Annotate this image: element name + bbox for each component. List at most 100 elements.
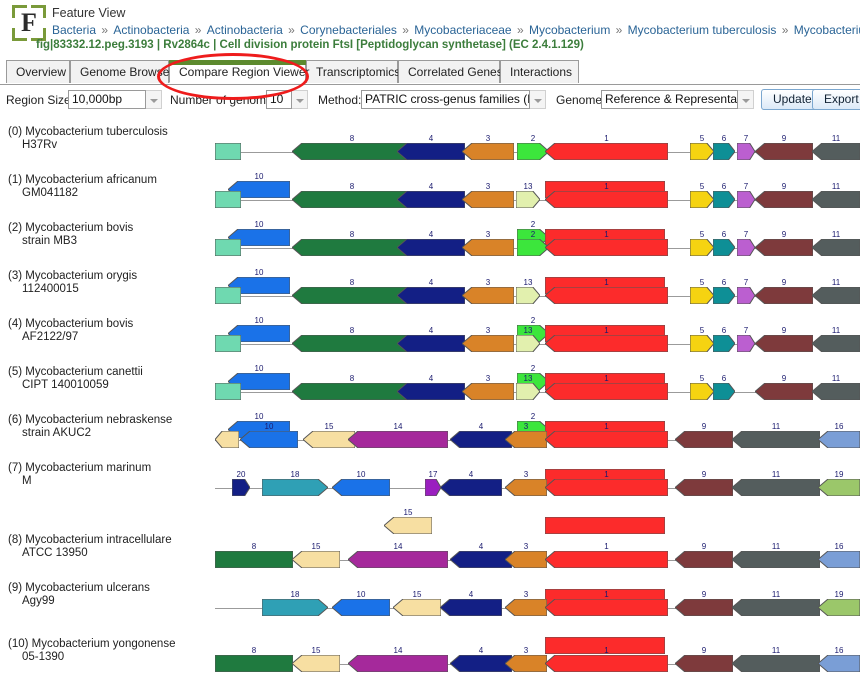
gene-arrow-pgfam-7[interactable] — [737, 239, 755, 256]
genome-label-9[interactable]: (9) Mycobacterium ulcerans Agy99 — [8, 582, 198, 608]
gene-arrow-pgfam-11[interactable] — [732, 479, 820, 496]
gene-arrow-pgfam-none[interactable] — [215, 383, 241, 400]
genome-label-7[interactable]: (7) Mycobacterium marinum M — [8, 462, 198, 488]
gene-arrow-pgfam-6[interactable] — [713, 335, 735, 352]
gene-arrow-pgfam-1[interactable] — [545, 655, 668, 672]
gene-arrow-pgfam-6[interactable] — [713, 191, 735, 208]
gene-arrow-pgfam-6[interactable] — [713, 383, 735, 400]
gene-arrow-pgfam-11[interactable] — [732, 599, 820, 616]
gene-arrow-pgfam-none[interactable] — [215, 287, 241, 304]
gene-arrow-pgfam-1[interactable] — [545, 599, 668, 616]
gene-arrow-pgfam-4[interactable] — [397, 383, 465, 400]
gene-arrow-pgfam-8[interactable] — [292, 287, 412, 304]
breadcrumb-item-6[interactable]: Mycobacterium tuberculosis — [628, 23, 777, 37]
gene-arrow-pgfam-10[interactable] — [240, 431, 298, 448]
gene-arrow-pgfam-none[interactable] — [215, 239, 241, 256]
gene-arrow-pgfam-4[interactable] — [397, 335, 465, 352]
gene-arrow-pgfam-7[interactable] — [737, 335, 755, 352]
gene-arrow-pgfam-8[interactable] — [292, 383, 412, 400]
gene-arrow-pgfam-1[interactable] — [545, 335, 668, 352]
gene-arrow-pgfam-1[interactable] — [545, 383, 668, 400]
gene-arrow-pgfam-8[interactable] — [292, 143, 412, 160]
gene-arrow-pgfam-1[interactable] — [545, 191, 668, 208]
gene-arrow-pgfam-9[interactable] — [755, 383, 813, 400]
gene-arrow-pgfam-11[interactable] — [732, 431, 820, 448]
region-size-dropdown-arrow-icon[interactable] — [146, 90, 162, 109]
gene-arrow-pgfam-4[interactable] — [450, 655, 512, 672]
breadcrumb[interactable]: Bacteria » Actinobacteria » Actinobacter… — [52, 23, 860, 37]
genome-label-4[interactable]: (4) Mycobacterium bovis AF2122/97 — [8, 318, 198, 344]
gene-arrow-pgfam-8[interactable] — [292, 239, 412, 256]
gene-arrow-pgfam-4[interactable] — [440, 599, 502, 616]
tab-correlated-genes[interactable]: Correlated Genes — [398, 60, 503, 83]
breadcrumb-item-2[interactable]: Actinobacteria — [207, 23, 283, 37]
tab-overview[interactable]: Overview — [6, 60, 70, 83]
gene-arrow-pgfam-none[interactable] — [215, 191, 241, 208]
gene-arrow-pgfam-15[interactable] — [292, 655, 340, 672]
breadcrumb-item-3[interactable]: Corynebacteriales — [300, 23, 397, 37]
gene-arrow-pgfam-1[interactable] — [545, 239, 668, 256]
genome-label-2[interactable]: (2) Mycobacterium bovis strain MB3 — [8, 222, 198, 248]
number-of-genomes-input[interactable]: 10 — [266, 90, 292, 109]
breadcrumb-item-7[interactable]: Mycobacterium tuberculosis H37Rv — [794, 23, 860, 37]
gene-arrow-pgfam-9[interactable] — [755, 335, 813, 352]
gene-arrow-pgfam-6[interactable] — [713, 143, 735, 160]
gene-arrow-pgfam-15[interactable] — [384, 517, 432, 534]
gene-arrow-pgfam-none[interactable] — [215, 335, 241, 352]
gene-arrow-pgfam-3[interactable] — [462, 143, 514, 160]
number-of-genomes-dropdown-arrow-icon[interactable] — [292, 90, 308, 109]
tab-genome-browser[interactable]: Genome Browser — [70, 60, 173, 83]
gene-arrow-pgfam-none[interactable] — [215, 431, 239, 448]
gene-arrow-pgfam-9[interactable] — [755, 143, 813, 160]
gene-arrow-pgfam-19[interactable] — [818, 479, 860, 496]
gene-arrow-pgfam-10[interactable] — [332, 599, 390, 616]
gene-arrow-pgfam-8[interactable] — [292, 335, 412, 352]
gene-arrow-pgfam-9[interactable] — [755, 191, 813, 208]
gene-arrow-pgfam-3[interactable] — [505, 431, 547, 448]
genome-label-10[interactable]: (10) Mycobacterium yongonense 05-1390 — [8, 638, 198, 664]
gene-arrow-pgfam-14[interactable] — [348, 551, 448, 568]
breadcrumb-item-1[interactable]: Actinobacteria — [113, 23, 189, 37]
method-select[interactable]: PATRIC cross-genus families (PGfams) — [361, 90, 530, 109]
gene-arrow-pgfam-16[interactable] — [818, 431, 860, 448]
gene-arrow-pgfam-15[interactable] — [393, 599, 441, 616]
gene-arrow-pgfam-4[interactable] — [397, 191, 465, 208]
genome-label-1[interactable]: (1) Mycobacterium africanum GM041182 — [8, 174, 198, 200]
genome-label-3[interactable]: (3) Mycobacterium orygis 112400015 — [8, 270, 198, 296]
gene-arrow-pgfam-9[interactable] — [755, 239, 813, 256]
region-size-input[interactable]: 10,000bp — [68, 90, 146, 109]
gene-arrow-pgfam-18[interactable] — [262, 479, 328, 496]
genomes-dropdown-arrow-icon[interactable] — [738, 90, 754, 109]
gene-arrow-pgfam-6[interactable] — [713, 239, 735, 256]
gene-arrow-pgfam-3[interactable] — [462, 191, 514, 208]
gene-arrow-pgfam-17[interactable] — [425, 479, 441, 496]
gene-arrow-pgfam-5[interactable] — [690, 287, 714, 304]
gene-arrow-pgfam-1[interactable] — [545, 479, 668, 496]
gene-arrow-pgfam-15[interactable] — [292, 551, 340, 568]
gene-arrow-pgfam-9[interactable] — [675, 551, 733, 568]
gene-arrow-pgfam-3[interactable] — [462, 335, 514, 352]
gene-arrow-pgfam-4[interactable] — [440, 479, 502, 496]
gene-arrow-pgfam-11[interactable] — [812, 143, 860, 160]
gene-arrow-pgfam-11[interactable] — [812, 191, 860, 208]
gene-arrow-pgfam-3[interactable] — [462, 287, 514, 304]
gene-arrow-pgfam-3[interactable] — [462, 383, 514, 400]
gene-arrow-pgfam-13[interactable] — [516, 335, 540, 352]
gene-arrow-pgfam-9[interactable] — [675, 655, 733, 672]
breadcrumb-item-0[interactable]: Bacteria — [52, 23, 96, 37]
gene-arrow-pgfam-13[interactable] — [516, 287, 540, 304]
gene-arrow-pgfam-none[interactable] — [545, 517, 665, 534]
export-button[interactable]: Export — [812, 89, 860, 110]
gene-arrow-pgfam-3[interactable] — [505, 479, 547, 496]
gene-arrow-pgfam-11[interactable] — [812, 239, 860, 256]
gene-arrow-pgfam-11[interactable] — [812, 287, 860, 304]
gene-arrow-pgfam-6[interactable] — [713, 287, 735, 304]
gene-arrow-pgfam-4[interactable] — [397, 143, 465, 160]
gene-arrow-pgfam-1[interactable] — [545, 551, 668, 568]
gene-arrow-pgfam-1[interactable] — [545, 143, 668, 160]
genome-label-5[interactable]: (5) Mycobacterium canettii CIPT 140010059 — [8, 366, 198, 392]
gene-arrow-pgfam-11[interactable] — [812, 335, 860, 352]
gene-arrow-pgfam-1[interactable] — [545, 287, 668, 304]
gene-arrow-pgfam-5[interactable] — [690, 143, 714, 160]
gene-arrow-pgfam-1[interactable] — [545, 431, 668, 448]
